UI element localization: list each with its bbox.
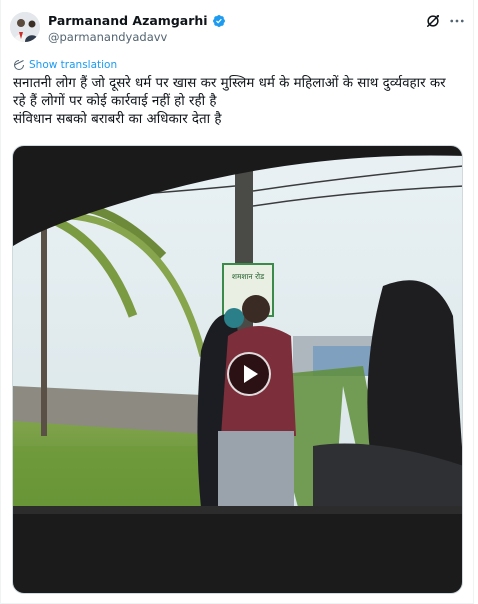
play-button[interactable] — [227, 352, 271, 396]
author-display-name[interactable]: Parmanand Azamgarhi — [48, 13, 208, 28]
grok-button[interactable] — [424, 12, 442, 30]
author-handle[interactable]: @parmanandyadavv — [48, 30, 167, 44]
play-icon — [244, 365, 258, 383]
tweet-text-line: सनातनी लोग हैं जो दूसरे धर्म पर खास कर म… — [13, 76, 446, 91]
tweet-text-line: संविधान सबको बराबरी का अधिकार देता है — [13, 112, 222, 127]
author-name-row: Parmanand Azamgarhi — [48, 13, 226, 28]
author-avatar[interactable] — [10, 12, 40, 42]
tweet-card: Parmanand Azamgarhi @parmanandyadavv सना… — [0, 0, 474, 604]
translate-icon — [14, 60, 24, 70]
more-icon — [450, 19, 464, 23]
show-translation-label: Show translation — [29, 59, 118, 71]
show-translation-link[interactable]: Show translation — [13, 59, 117, 71]
more-options-button[interactable] — [448, 12, 466, 30]
tweet-text-line: रहे हैं लोगों पर कोई कार्रवाई नहीं हो रह… — [13, 94, 217, 109]
grok-icon — [427, 15, 439, 27]
tweet-text: सनातनी लोग हैं जो दूसरे धर्म पर खास कर म… — [13, 75, 469, 129]
tweet-video[interactable]: शमशान रोड — [12, 145, 463, 594]
verified-badge-icon — [212, 14, 225, 27]
sign-text: शमशान रोड — [232, 272, 265, 281]
